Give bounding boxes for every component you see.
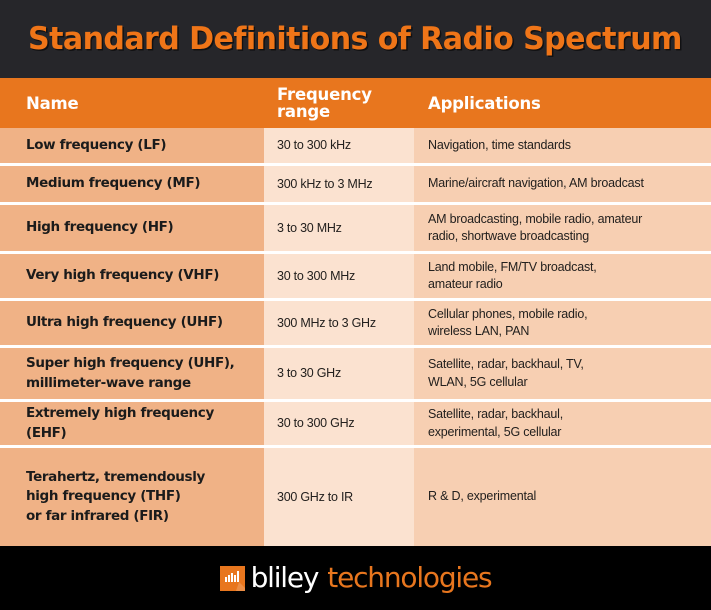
cell-frequency-text: 30 to 300 GHz (277, 416, 355, 431)
table-row: Super high frequency (UHF), millimeter-w… (0, 348, 711, 402)
cell-name-text: Very high frequency (VHF) (26, 267, 220, 284)
cell-name-text: Low frequency (LF) (26, 136, 167, 153)
logo-brand-primary: bliley (250, 561, 320, 594)
cell-name: Super high frequency (UHF), millimeter-w… (0, 348, 264, 399)
cell-frequency: 300 MHz to 3 GHz (264, 301, 414, 345)
table-row: Low frequency (LF) 30 to 300 kHz Navigat… (0, 128, 711, 166)
cell-frequency: 30 to 300 MHz (264, 254, 414, 298)
cell-frequency-text: 30 to 300 MHz (277, 268, 356, 283)
cell-frequency-text: 3 to 30 GHz (277, 366, 341, 381)
cell-name: Ultra high frequency (UHF) (0, 301, 264, 345)
cell-applications-text: Marine/aircraft navigation, AM broadcast (428, 176, 644, 191)
cell-applications: Navigation, time standards (414, 128, 711, 163)
cell-applications: Satellite, radar, backhaul, experimental… (414, 402, 711, 445)
cell-applications: Satellite, radar, backhaul, TV, WLAN, 5G… (414, 348, 711, 399)
footer: bliley technologies (0, 546, 711, 610)
table-row: Extremely high frequency (EHF) 30 to 300… (0, 402, 711, 448)
page-title: Standard Definitions of Radio Spectrum (28, 21, 682, 57)
cell-name: Very high frequency (VHF) (0, 254, 264, 298)
column-header-frequency-label-line2: range (277, 102, 331, 121)
table-row: High frequency (HF) 3 to 30 MHz AM broad… (0, 205, 711, 254)
cell-name-text: Extremely high frequency (EHF) (26, 404, 214, 441)
cell-frequency: 30 to 300 GHz (264, 402, 414, 445)
cell-frequency-text: 3 to 30 MHz (277, 220, 342, 235)
cell-frequency: 30 to 300 kHz (264, 128, 414, 163)
cell-name-text: millimeter-wave range (26, 374, 191, 391)
column-header-applications: Applications (414, 94, 711, 113)
cell-applications-text: Cellular phones, mobile radio, (428, 306, 588, 321)
cell-applications-text: WLAN, 5G cellular (428, 374, 528, 389)
cell-name: Low frequency (LF) (0, 128, 264, 163)
cell-applications: Land mobile, FM/TV broadcast, amateur ra… (414, 254, 711, 298)
equalizer-bars-icon (219, 565, 245, 591)
cell-name-text: high frequency (THF) (26, 488, 181, 505)
column-header-applications-label: Applications (428, 93, 541, 113)
cell-applications-text: radio, shortwave broadcasting (428, 229, 589, 243)
cell-applications-text: wireless LAN, PAN (428, 324, 530, 338)
cell-applications-text: R & D, experimental (428, 489, 537, 504)
column-header-name-label: Name (26, 93, 79, 113)
logo-wordmark: bliley technologies (250, 561, 493, 594)
cell-applications: Marine/aircraft navigation, AM broadcast (414, 166, 711, 202)
cell-frequency: 3 to 30 MHz (264, 205, 414, 251)
cell-name: Terahertz, tremendously high frequency (… (0, 448, 264, 546)
cell-applications-text: amateur radio (428, 277, 503, 291)
cell-name-text: Terahertz, tremendously (26, 468, 205, 485)
cell-applications-text: Satellite, radar, backhaul, (428, 407, 563, 422)
cell-name-text: Super high frequency (UHF), (26, 354, 235, 371)
cell-applications-text: AM broadcasting, mobile radio, amateur (428, 211, 643, 226)
cell-frequency-text: 300 kHz to 3 MHz (277, 176, 373, 191)
cell-applications-text: experimental, 5G cellular (428, 424, 562, 439)
column-header-frequency-label-line1: Frequency (277, 84, 372, 104)
cell-frequency: 300 GHz to IR (264, 448, 414, 546)
table-row: Terahertz, tremendously high frequency (… (0, 448, 711, 546)
cell-name: Medium frequency (MF) (0, 166, 264, 202)
cell-applications-text: Satellite, radar, backhaul, TV, (428, 357, 584, 372)
cell-frequency: 300 kHz to 3 MHz (264, 166, 414, 202)
cell-frequency: 3 to 30 GHz (264, 348, 414, 399)
cell-frequency-text: 30 to 300 kHz (277, 138, 351, 153)
cell-applications-text: Land mobile, FM/TV broadcast, (428, 259, 597, 274)
table-header-row: Name Frequency range Applications (0, 78, 711, 128)
table-row: Very high frequency (VHF) 30 to 300 MHz … (0, 254, 711, 301)
cell-name: Extremely high frequency (EHF) (0, 402, 264, 445)
column-header-name: Name (0, 94, 264, 113)
cell-applications: AM broadcasting, mobile radio, amateur r… (414, 205, 711, 251)
spectrum-table: Name Frequency range Applications Low fr… (0, 78, 711, 546)
title-band: Standard Definitions of Radio Spectrum (0, 0, 711, 78)
logo-brand-secondary: technologies (327, 561, 492, 594)
cell-name: High frequency (HF) (0, 205, 264, 251)
table-row: Ultra high frequency (UHF) 300 MHz to 3 … (0, 301, 711, 348)
cell-name-text: High frequency (HF) (26, 219, 174, 236)
cell-name-text: Ultra high frequency (UHF) (26, 314, 223, 331)
cell-applications: Cellular phones, mobile radio, wireless … (414, 301, 711, 345)
cell-frequency-text: 300 MHz to 3 GHz (277, 315, 376, 330)
cell-frequency-text: 300 GHz to IR (277, 489, 353, 504)
radio-spectrum-infographic: Standard Definitions of Radio Spectrum N… (0, 0, 711, 610)
cell-name-text: or far infrared (FIR) (26, 507, 169, 524)
bliley-logo[interactable]: bliley technologies (219, 561, 493, 594)
column-header-frequency: Frequency range (264, 84, 414, 121)
cell-name-text: Medium frequency (MF) (26, 175, 201, 192)
table-row: Medium frequency (MF) 300 kHz to 3 MHz M… (0, 166, 711, 205)
cell-applications: R & D, experimental (414, 448, 711, 546)
cell-applications-text: Navigation, time standards (428, 137, 571, 152)
